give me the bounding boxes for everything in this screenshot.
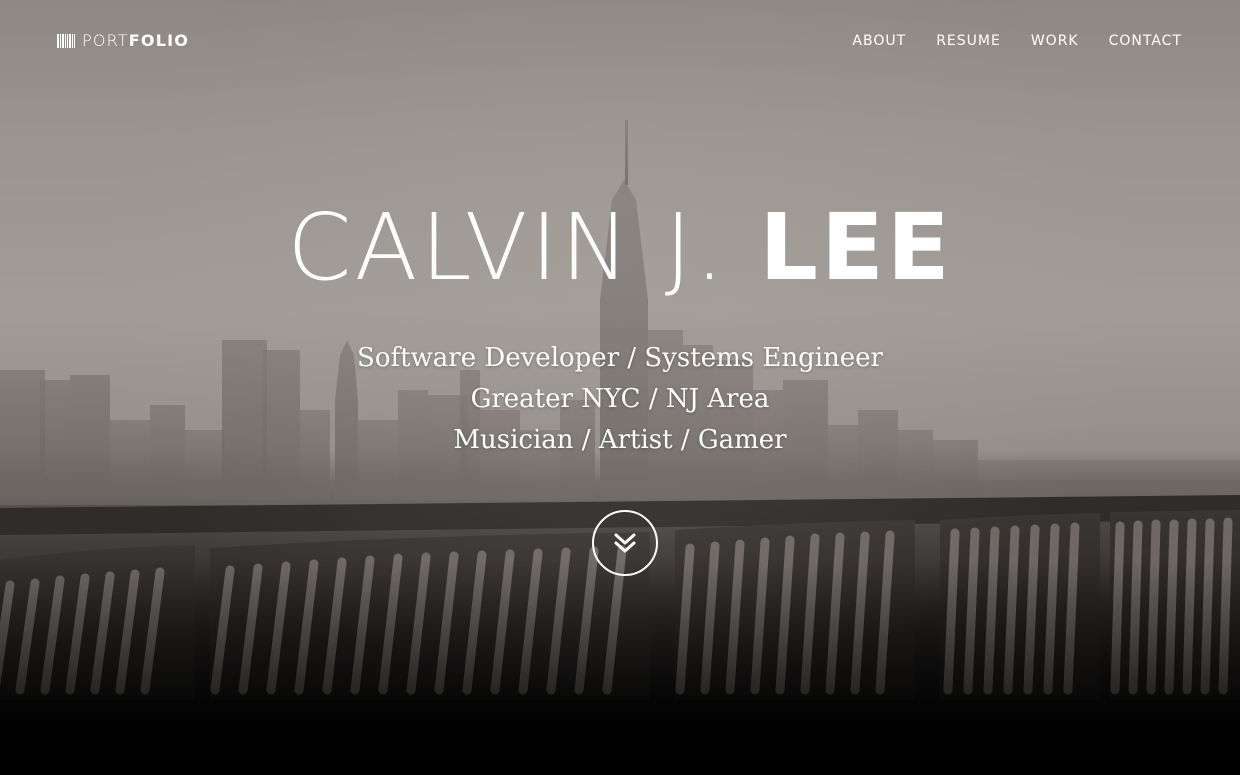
nav-link-contact[interactable]: CONTACT xyxy=(1109,33,1182,49)
site-logo[interactable]: PORT FOLIO xyxy=(57,31,189,50)
tagline-interests: Musician / Artist / Gamer xyxy=(453,425,787,455)
nav-link-work[interactable]: WORK xyxy=(1031,33,1079,49)
nav-link-about[interactable]: ABOUT xyxy=(852,33,906,49)
main-nav: ABOUT RESUME WORK CONTACT xyxy=(852,33,1182,49)
name-first: CALVIN J. xyxy=(287,194,728,301)
logo-text-bold: FOLIO xyxy=(128,31,190,50)
logo-text-light: PORT xyxy=(82,31,129,50)
hero-taglines: Software Developer / Systems Engineer Gr… xyxy=(0,338,1240,461)
hero-section: PORT FOLIO ABOUT RESUME WORK CONTACT CALV… xyxy=(0,0,1240,775)
name-last: LEE xyxy=(759,194,953,301)
double-chevron-down-icon xyxy=(614,533,636,553)
scroll-down-button[interactable] xyxy=(592,510,658,576)
tagline-location: Greater NYC / NJ Area xyxy=(470,384,770,414)
barcode-icon xyxy=(57,33,75,48)
hero-name: CALVIN J. LEE xyxy=(0,193,1240,303)
nav-link-resume[interactable]: RESUME xyxy=(936,33,1001,49)
tagline-role: Software Developer / Systems Engineer xyxy=(357,343,883,373)
